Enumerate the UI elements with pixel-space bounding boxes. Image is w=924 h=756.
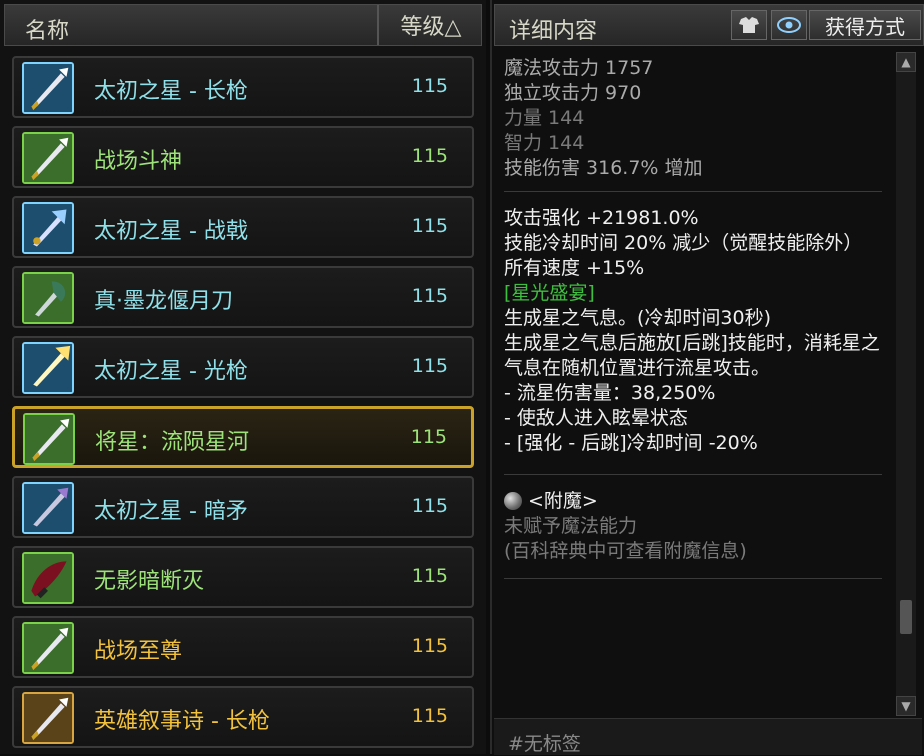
eye-icon xyxy=(777,17,801,33)
spear-icon xyxy=(22,622,74,674)
column-header-level-sort[interactable]: 等级△ xyxy=(377,5,483,45)
acquire-method-button[interactable]: 获得方式 xyxy=(809,10,921,40)
scroll-down-icon[interactable]: ▼ xyxy=(896,696,916,716)
stat-line: 独立攻击力 970 xyxy=(504,82,642,104)
halberd-icon xyxy=(22,202,74,254)
divider xyxy=(504,578,882,579)
item-level: 115 xyxy=(410,426,447,448)
enchant-line: (百科辞典中可查看附魔信息) xyxy=(504,540,747,562)
item-list-panel: 名称 等级△ 太初之星 - 长枪 115 战场斗神 115 太初之星 - 战戟 115 真·… xyxy=(0,0,486,754)
option-block: 攻击强化 +21981.0% 技能冷却时间 20% 减少（觉醒技能除外） 所有速度 … xyxy=(504,206,894,281)
stat-line: 魔法攻击力 1757 xyxy=(504,57,654,79)
divider xyxy=(504,191,882,192)
enchant-title-row: <附魔> xyxy=(504,489,894,514)
lightspear-icon xyxy=(22,342,74,394)
detail-content: 魔法攻击力 1757 独立攻击力 970 力量 144 智力 144 技能伤害 316.… xyxy=(504,56,894,716)
divider xyxy=(504,474,882,475)
enchant-title: <附魔> xyxy=(528,490,598,512)
scroll-up-icon[interactable]: ▲ xyxy=(896,52,916,72)
enchant-line: 未赋予魔法能力 xyxy=(504,515,638,537)
stat-line: 技能伤害 316.7% 增加 xyxy=(504,157,703,179)
spear-icon xyxy=(22,62,74,114)
item-row[interactable]: 太初之星 - 光枪 115 xyxy=(12,336,474,398)
item-name: 战场斗神 xyxy=(94,149,183,174)
item-row[interactable]: 英雄叙事诗 - 长枪 115 xyxy=(12,686,474,748)
item-row[interactable]: 战场斗神 115 xyxy=(12,126,474,188)
preview-button[interactable] xyxy=(771,10,807,40)
item-row[interactable]: 无影暗断灭 115 xyxy=(12,546,474,608)
item-name: 将星：流陨星河 xyxy=(95,430,250,455)
item-row[interactable]: 太初之星 - 战戟 115 xyxy=(12,196,474,258)
spear-icon xyxy=(22,692,74,744)
item-name: 英雄叙事诗 - 长枪 xyxy=(94,709,270,734)
set-effect-line: - 使敌人进入眩晕状态 xyxy=(504,407,688,429)
item-name: 太初之星 - 长枪 xyxy=(94,79,248,104)
item-level: 115 xyxy=(411,355,448,377)
column-header-name[interactable]: 名称 xyxy=(25,13,69,45)
detail-scrollbar[interactable]: ▲ ▼ xyxy=(896,52,916,716)
darkspear-icon xyxy=(22,482,74,534)
item-name: 真·墨龙偃月刀 xyxy=(94,289,233,314)
tag-label: #无标签 xyxy=(508,733,581,755)
option-line: 技能冷却时间 20% 减少（觉醒技能除外） xyxy=(504,232,863,254)
dark-blade-icon xyxy=(22,552,74,604)
set-effect-line: 生成星之气息后施放[后跳]技能时，消耗星之气息在随机位置进行流星攻击。 xyxy=(504,332,880,379)
enchant-info: 未赋予魔法能力 (百科辞典中可查看附魔信息) xyxy=(504,514,894,564)
wardrobe-button[interactable] xyxy=(731,10,767,40)
item-level: 115 xyxy=(411,75,448,97)
stat-line: 力量 144 xyxy=(504,107,585,129)
stat-line: 智力 144 xyxy=(504,132,585,154)
item-row[interactable]: 太初之星 - 暗矛 115 xyxy=(12,476,474,538)
item-level: 115 xyxy=(411,145,448,167)
set-effect-line: - 流星伤害量：38,250% xyxy=(504,382,716,404)
option-line: 攻击强化 +21981.0% xyxy=(504,207,699,229)
enchant-orb-icon xyxy=(504,492,522,510)
spear-icon xyxy=(22,132,74,184)
spear-icon xyxy=(23,413,75,465)
detail-title: 详细内容 xyxy=(509,19,598,44)
scroll-thumb[interactable] xyxy=(900,600,912,634)
item-level: 115 xyxy=(411,705,448,727)
item-row[interactable]: 战场至尊 115 xyxy=(12,616,474,678)
list-header: 名称 等级△ xyxy=(4,4,482,46)
tag-bar: #无标签 xyxy=(494,718,922,755)
item-level: 115 xyxy=(411,215,448,237)
item-level: 115 xyxy=(411,495,448,517)
wardrobe-icon xyxy=(739,17,759,33)
detail-header: 详细内容 获得方式 xyxy=(494,4,924,46)
item-row[interactable]: 真·墨龙偃月刀 115 xyxy=(12,266,474,328)
column-header-level: 等级△ xyxy=(400,15,462,40)
item-name: 战场至尊 xyxy=(94,639,183,664)
glaive-icon xyxy=(22,272,74,324)
item-level: 115 xyxy=(411,285,448,307)
option-line: 所有速度 +15% xyxy=(504,257,645,279)
item-name: 太初之星 - 战戟 xyxy=(94,219,248,244)
item-name: 太初之星 - 暗矛 xyxy=(94,499,248,524)
set-effect-line: 生成星之气息。(冷却时间30秒) xyxy=(504,307,772,329)
item-level: 115 xyxy=(411,635,448,657)
set-effect-line: - [强化 - 后跳]冷却时间 -20% xyxy=(504,432,758,454)
item-level: 115 xyxy=(411,565,448,587)
item-name: 太初之星 - 光枪 xyxy=(94,359,248,384)
set-effects: 生成星之气息。(冷却时间30秒) 生成星之气息后施放[后跳]技能时，消耗星之气息在… xyxy=(504,306,894,456)
set-name: [星光盛宴] xyxy=(504,282,595,304)
detail-panel: 详细内容 获得方式 魔法攻击力 1757 独立攻击力 970 力量 144 智力 14… xyxy=(490,0,924,755)
item-name: 无影暗断灭 xyxy=(94,569,205,594)
stat-block: 魔法攻击力 1757 独立攻击力 970 力量 144 智力 144 技能伤害 316.… xyxy=(504,56,894,181)
item-row[interactable]: 将星：流陨星河 115 xyxy=(12,406,474,468)
item-row[interactable]: 太初之星 - 长枪 115 xyxy=(12,56,474,118)
